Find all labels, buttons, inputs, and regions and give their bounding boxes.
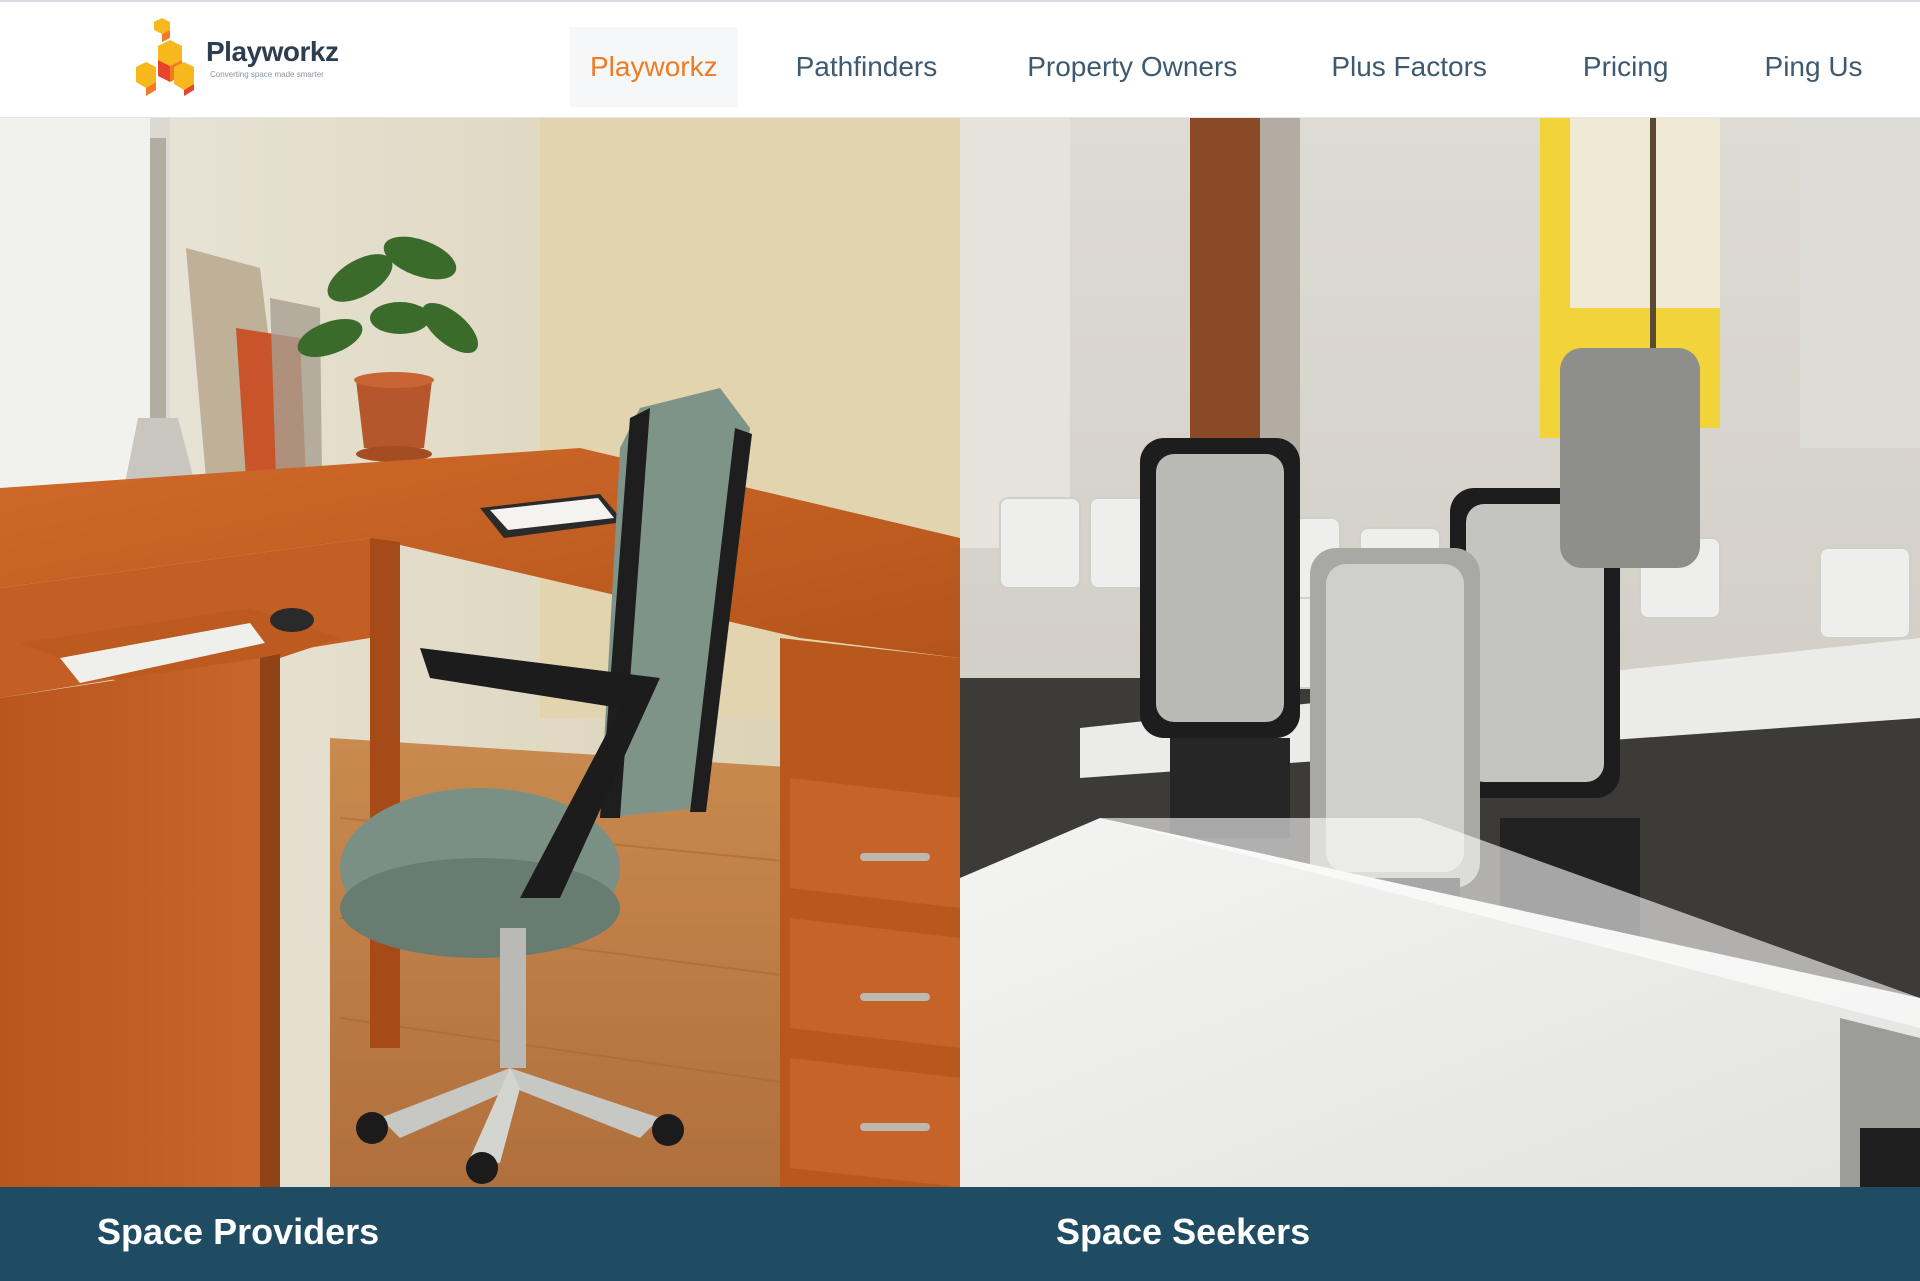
audience-band: Space Providers Space Seekers — [0, 1187, 1920, 1281]
logo[interactable]: Playworkz Converting space made smarter — [136, 16, 339, 96]
logo-name: Playworkz — [206, 36, 339, 67]
space-providers-link[interactable]: Space Providers — [97, 1211, 379, 1253]
space-seekers-image[interactable] — [960, 118, 1920, 1187]
nav-item-ping-us[interactable]: Ping Us — [1745, 27, 1883, 107]
main-nav: Playworkz Pathfinders Property Owners Pl… — [570, 27, 1883, 107]
space-providers-image[interactable] — [0, 118, 960, 1187]
nav-item-pricing[interactable]: Pricing — [1563, 27, 1689, 107]
logo-cubes-icon — [136, 18, 194, 96]
office-desk-illustration — [0, 118, 960, 1187]
nav-item-playworkz[interactable]: Playworkz — [570, 27, 738, 107]
nav-item-plus-factors[interactable]: Plus Factors — [1311, 27, 1507, 107]
space-seekers-link[interactable]: Space Seekers — [1056, 1211, 1310, 1253]
nav-item-pathfinders[interactable]: Pathfinders — [776, 27, 958, 107]
logo-tagline: Converting space made smarter — [210, 70, 324, 79]
coworking-room-illustration — [960, 118, 1920, 1187]
site-header: Playworkz Converting space made smarter … — [0, 0, 1920, 118]
nav-item-property-owners[interactable]: Property Owners — [1007, 27, 1257, 107]
